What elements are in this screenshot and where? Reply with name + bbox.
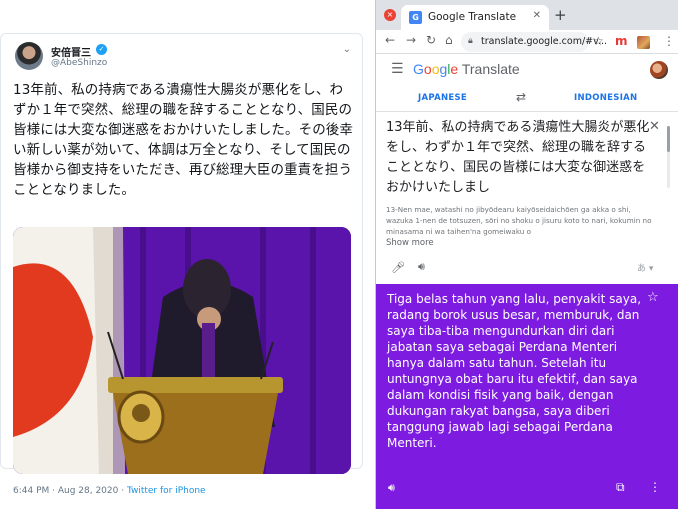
reload-icon[interactable]: ↻ — [426, 33, 436, 47]
translation-result-text: Tiga belas tahun yang lalu, penyakit say… — [387, 292, 642, 450]
microphone-icon[interactable]: 🎤︎ — [391, 261, 405, 274]
press-conference-photo — [13, 227, 351, 474]
swap-languages-icon[interactable]: ⇄ — [516, 90, 526, 104]
input-tools-label: あ — [637, 264, 647, 274]
input-tools-icon[interactable]: あ ▾ — [637, 261, 653, 274]
source-language-button[interactable]: JAPANESE — [418, 93, 467, 103]
source-text-input[interactable]: 13年前、私の持病である潰瘍性大腸炎が悪化をし、わずか１年で突然、総理の職を辞す… — [386, 118, 652, 198]
home-icon[interactable]: ⌂ — [445, 33, 453, 47]
source-tools: 🎤︎ 🔊︎ あ ▾ — [376, 252, 678, 284]
tweet-card: 安倍晋三 ✓ @AbeShinzo ⌄ 13年前、私の持病である潰瘍性大腸炎が悪… — [0, 33, 363, 496]
tweet-source-link[interactable]: Twitter for iPhone — [127, 486, 206, 496]
copy-translation-icon[interactable]: ⧉ — [616, 480, 625, 495]
extension-image-icon[interactable] — [637, 36, 650, 49]
more-options-icon[interactable]: ⋮ — [649, 480, 661, 494]
logo-product-text: Translate — [461, 61, 520, 77]
browser-toolbar: ← → ↻ ⌂ 🔒︎ translate.google.com/#v... ☆ … — [376, 30, 678, 54]
tweet-timestamp[interactable]: 6:44 PM · Aug 28, 2020 · — [13, 486, 127, 496]
tab-title: Google Translate — [428, 11, 517, 23]
logo-letter: o — [423, 61, 432, 77]
back-icon[interactable]: ← — [385, 33, 395, 47]
author-name[interactable]: 安倍晋三 — [51, 44, 91, 59]
address-bar[interactable]: 🔒︎ translate.google.com/#v... — [461, 32, 607, 52]
listen-translation-icon[interactable]: 🔊︎ — [388, 481, 395, 495]
target-language-button[interactable]: INDONESIAN — [574, 93, 637, 103]
extension-m-icon[interactable]: m — [615, 34, 628, 48]
browser-window: × G Google Translate ✕ + ← → ↻ ⌂ 🔒︎ tran… — [375, 0, 678, 509]
account-avatar[interactable] — [650, 61, 668, 79]
tweet-photo[interactable] — [13, 227, 351, 474]
new-tab-button[interactable]: + — [554, 6, 567, 24]
lock-icon[interactable]: 🔒︎ — [468, 36, 473, 46]
show-more-link[interactable]: Show more — [386, 238, 434, 248]
source-scrollbar-thumb[interactable] — [667, 126, 670, 152]
hamburger-menu-icon[interactable]: ☰ — [391, 61, 404, 77]
tweet-meta: 6:44 PM · Aug 28, 2020 · Twitter for iPh… — [13, 486, 206, 496]
url-text[interactable]: translate.google.com/#v... — [481, 36, 607, 47]
verified-badge-icon: ✓ — [96, 44, 107, 55]
tweet-header: 安倍晋三 ✓ @AbeShinzo ⌄ — [15, 42, 355, 74]
logo-google-text: Google — [413, 61, 458, 77]
logo-letter: e — [450, 61, 459, 77]
transliteration-text: 13-Nen mae, watashi no jibyōdearu kaiyōs… — [386, 205, 652, 236]
avatar[interactable] — [15, 42, 43, 70]
forward-icon[interactable]: → — [406, 33, 416, 47]
clear-text-icon[interactable]: ✕ — [649, 119, 660, 134]
tweet-text: 13年前、私の持病である潰瘍性大腸炎が悪化をし、わずか１年で突然、総理の職を辞す… — [13, 82, 353, 198]
translate-favicon-icon: G — [409, 11, 422, 24]
browser-menu-icon[interactable]: ⋮ — [663, 34, 675, 48]
google-translate-logo[interactable]: Google Translate — [413, 61, 520, 77]
window-close-button[interactable]: × — [384, 9, 396, 21]
chevron-down-icon[interactable]: ⌄ — [343, 44, 351, 55]
translate-app-bar: ☰ Google Translate — [376, 54, 678, 86]
tab-close-icon[interactable]: ✕ — [533, 10, 541, 21]
author-handle[interactable]: @AbeShinzo — [51, 58, 107, 68]
language-bar: JAPANESE ⇄ INDONESIAN — [376, 86, 678, 112]
logo-letter: G — [413, 61, 424, 77]
save-translation-star-icon[interactable]: ☆ — [647, 290, 659, 305]
bookmark-star-icon[interactable]: ☆ — [593, 34, 604, 48]
tab-strip: × G Google Translate ✕ + — [376, 0, 678, 30]
translation-result-panel: Tiga belas tahun yang lalu, penyakit say… — [376, 284, 678, 509]
listen-source-icon[interactable]: 🔊︎ — [418, 260, 425, 274]
tab-google-translate[interactable]: G Google Translate ✕ — [401, 5, 549, 30]
